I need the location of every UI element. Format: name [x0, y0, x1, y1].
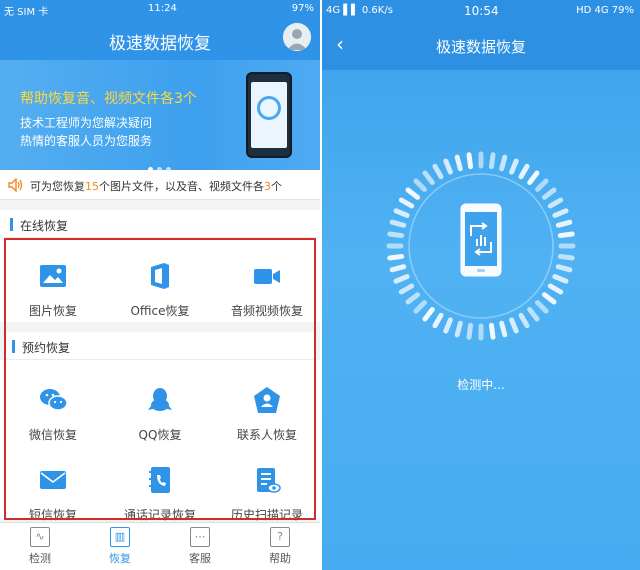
scan-tick — [555, 219, 573, 228]
recover-icon: ▥ — [110, 527, 130, 547]
scan-tick — [387, 253, 405, 261]
section-title: 在线恢复 — [20, 219, 69, 233]
detect-status-text: 检测中... — [457, 378, 505, 392]
battery-level: HD 4G 79% — [576, 5, 634, 16]
scan-tick — [555, 264, 573, 273]
status-bar: 无 SIM 卡 11:24 97% — [0, 0, 320, 18]
scan-tick — [413, 178, 427, 192]
network-speed: 0.6K/s — [361, 5, 393, 16]
tab-label: 检测 — [29, 552, 51, 565]
tab-service[interactable]: ⋯ 客服 — [160, 527, 240, 566]
scan-tick — [432, 312, 444, 329]
scan-tick — [509, 317, 519, 334]
scan-tick — [518, 163, 530, 180]
scan-tick — [557, 231, 575, 239]
banner-line-2: 热情的客服人员为您服务 — [20, 134, 153, 148]
scan-tick — [466, 322, 474, 340]
highlight-frame — [4, 238, 316, 520]
notice-count-images: 15 — [85, 180, 99, 193]
promo-banner[interactable]: 帮助恢复音、视频文件各3个 技术工程师为您解决疑问 热情的客服人员为您服务 — [0, 60, 320, 172]
tab-recover[interactable]: ▥ 恢复 — [80, 527, 160, 566]
banner-line-1: 技术工程师为您解决疑问 — [20, 116, 153, 130]
app-title: 极速数据恢复 — [435, 38, 526, 56]
recovery-home-screen: 无 SIM 卡 11:24 97% 极速数据恢复 帮助恢复音、视频文件各3个 技… — [0, 0, 320, 570]
user-avatar-icon — [283, 23, 311, 51]
scan-tick — [405, 187, 421, 200]
scan-tick — [499, 320, 508, 338]
notice-count-media: 3 — [264, 180, 271, 193]
scan-tick — [413, 300, 427, 314]
scan-tick — [422, 170, 435, 186]
scan-tick — [541, 292, 557, 305]
detecting-screen: 4G ▌▌ 0.6K/s 10:54 HD 4G 79% ‹ 极速数据恢复 检测… — [322, 0, 640, 570]
scan-tick — [547, 197, 564, 209]
scan-tick — [518, 312, 530, 329]
scan-tick — [405, 292, 421, 305]
scan-tick — [389, 264, 407, 273]
scan-tick — [398, 197, 415, 209]
carrier-text: 无 SIM 卡 — [4, 7, 49, 18]
app-header: 极速数据恢复 — [0, 18, 320, 60]
app-title: 极速数据恢复 — [109, 34, 211, 54]
scan-tick — [552, 208, 569, 218]
scan-tick — [535, 300, 549, 314]
section-marker — [10, 218, 13, 231]
network-status: 4G ▌▌ 0.6K/s — [326, 5, 393, 16]
scan-tick — [454, 154, 463, 172]
recovery-notice: 可为您恢复15个图片文件，以及音、视频文件各3个 — [0, 170, 320, 200]
network-type: 4G — [326, 5, 341, 16]
scan-tick — [535, 178, 549, 192]
scan-tick — [443, 158, 453, 175]
phone-illustration — [246, 72, 292, 158]
notice-text: 可为您恢复15个图片文件，以及音、视频文件各3个 — [30, 178, 282, 194]
scan-tick — [466, 152, 474, 170]
detect-icon: ∿ — [30, 527, 50, 547]
avatar[interactable] — [283, 23, 311, 51]
scan-tick — [499, 154, 508, 172]
tab-label: 客服 — [189, 552, 211, 565]
tab-label: 恢复 — [109, 552, 131, 565]
phone-refresh-icon — [460, 203, 502, 277]
status-bar: 4G ▌▌ 0.6K/s 10:54 HD 4G 79% — [322, 0, 640, 22]
scan-tick — [527, 170, 540, 186]
scan-tick — [387, 231, 405, 239]
app-header: ‹ 极速数据恢复 — [322, 22, 640, 70]
scan-ring — [386, 151, 576, 341]
scan-tick — [488, 322, 496, 340]
clock: 11:24 — [148, 3, 177, 14]
scan-tick — [541, 187, 557, 200]
scan-tick — [393, 274, 410, 284]
notice-middle: 个图片文件，以及音、视频文件各 — [99, 180, 264, 193]
help-icon: ? — [270, 527, 290, 547]
online-recovery-header: 在线恢复 — [0, 210, 320, 238]
scan-tick — [393, 208, 410, 218]
tab-help[interactable]: ? 帮助 — [240, 527, 320, 566]
notice-suffix: 个 — [271, 180, 282, 193]
phone-screen — [251, 82, 287, 148]
progress-ring-icon — [257, 96, 281, 120]
banner-headline: 帮助恢复音、视频文件各3个 — [20, 91, 197, 107]
screenshot-root: 无 SIM 卡 11:24 97% 极速数据恢复 帮助恢复音、视频文件各3个 技… — [0, 0, 640, 570]
scan-tick — [527, 306, 540, 322]
bottom-tab-bar: ∿ 检测 ▥ 恢复 ⋯ 客服 ? 帮助 — [0, 522, 320, 570]
scan-tick — [557, 253, 575, 261]
scan-tick — [432, 163, 444, 180]
tab-detect[interactable]: ∿ 检测 — [0, 527, 80, 566]
scan-tick — [454, 320, 463, 338]
scan-tick — [547, 283, 564, 295]
scan-tick — [443, 317, 453, 334]
scan-tick — [552, 274, 569, 284]
clock: 10:54 — [464, 4, 499, 18]
notice-prefix: 可为您恢复 — [30, 180, 85, 193]
scan-tick — [389, 219, 407, 228]
scan-animation — [381, 146, 581, 346]
scan-tick — [398, 283, 415, 295]
scan-tick — [509, 158, 519, 175]
battery-level: 97% — [291, 3, 314, 14]
service-icon: ⋯ — [190, 527, 210, 547]
scan-tick — [488, 152, 496, 170]
speaker-icon — [8, 178, 23, 192]
tab-label: 帮助 — [269, 552, 291, 565]
scan-tick — [422, 306, 435, 322]
